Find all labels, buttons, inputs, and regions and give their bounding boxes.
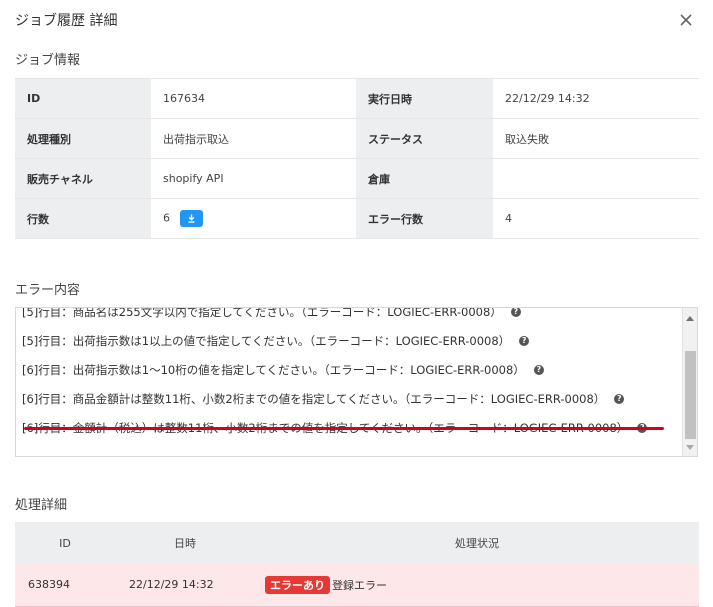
info-value-line-count-cell: 6 — [151, 198, 356, 239]
process-header-row: ID 日時 処理状況 — [15, 522, 699, 564]
process-status-cell: エラーあり 登録エラー — [255, 564, 699, 607]
info-row: ID 167634 実行日時 22/12/29 14:32 — [15, 78, 699, 119]
scroll-up-arrow-icon[interactable] — [686, 316, 694, 321]
info-value-executed-at: 22/12/29 14:32 — [493, 78, 699, 119]
process-label: 処理詳細 — [15, 498, 68, 513]
error-line: [6]行目：出荷指示数は1〜10桁の値を指定してください。（エラーコード：LOG… — [22, 356, 682, 385]
info-value-line-count: 6 — [163, 211, 170, 225]
process-status-text: 登録エラー — [332, 578, 387, 592]
error-text: [6]行目：出荷指示数は1〜10桁の値を指定してください。（エラーコード：LOG… — [22, 363, 525, 377]
info-value-process-type: 出荷指示取込 — [151, 118, 356, 159]
info-key-status: ステータス — [356, 118, 493, 159]
scroll-down-arrow-icon[interactable] — [686, 445, 694, 450]
help-icon[interactable]: ? — [614, 393, 625, 404]
error-list-box[interactable]: [5]行目：商品名は255文字以内で指定してください。（エラーコード：LOGIE… — [15, 307, 698, 457]
info-key-warehouse: 倉庫 — [356, 158, 493, 199]
error-text: [6]行目：商品金額計は整数11桁、小数2桁までの値を指定してください。（エラー… — [22, 392, 606, 406]
info-key-error-count: エラー行数 — [356, 198, 493, 239]
info-value-status: 取込失敗 — [493, 118, 699, 159]
table-row: 638394 22/12/29 14:32 エラーあり 登録エラー — [15, 564, 699, 607]
column-header-datetime: 日時 — [115, 522, 255, 564]
column-header-id: ID — [15, 522, 115, 564]
info-row: 販売チャネル shopify API 倉庫 — [15, 158, 699, 199]
error-line: [5]行目：商品名は255文字以内で指定してください。（エラーコード：LOGIE… — [22, 307, 682, 327]
info-key-executed-at: 実行日時 — [356, 78, 493, 119]
vertical-scrollbar[interactable] — [682, 308, 697, 456]
download-icon — [188, 214, 195, 223]
help-icon[interactable]: ? — [510, 308, 521, 317]
close-icon[interactable] — [677, 11, 695, 29]
info-row: 処理種別 出荷指示取込 ステータス 取込失敗 — [15, 118, 699, 159]
info-value-error-count: 4 — [493, 198, 699, 239]
errors-label: エラー内容 — [15, 283, 81, 298]
info-value-warehouse — [493, 158, 699, 199]
modal-title: ジョブ履歴 詳細 — [15, 13, 118, 29]
process-table: ID 日時 処理状況 638394 22/12/29 14:32 エラーあり 登録… — [15, 522, 699, 607]
error-badge: エラーあり — [265, 575, 330, 594]
info-value-id: 167634 — [151, 78, 356, 119]
column-header-status: 処理状況 — [255, 522, 699, 564]
info-key-sales-channel: 販売チャネル — [15, 158, 151, 199]
red-highlight-underline — [24, 427, 664, 430]
scrollbar-thumb[interactable] — [685, 351, 696, 439]
help-icon[interactable]: ? — [533, 364, 544, 375]
error-line: [5]行目：出荷指示数は1以上の値で指定してください。（エラーコード：LOGIE… — [22, 327, 682, 356]
process-id: 638394 — [15, 564, 115, 607]
process-datetime: 22/12/29 14:32 — [115, 564, 255, 607]
info-value-sales-channel: shopify API — [151, 158, 356, 199]
error-text: [5]行目：商品名は255文字以内で指定してください。（エラーコード：LOGIE… — [22, 307, 502, 319]
job-info-table: ID 167634 実行日時 22/12/29 14:32 処理種別 出荷指示取… — [15, 78, 699, 239]
info-key-process-type: 処理種別 — [15, 118, 151, 159]
error-line: [6]行目：商品金額計は整数11桁、小数2桁までの値を指定してください。（エラー… — [22, 385, 682, 414]
info-key-id: ID — [15, 78, 151, 119]
info-key-line-count: 行数 — [15, 198, 151, 239]
download-button[interactable] — [180, 210, 203, 227]
help-icon[interactable]: ? — [519, 335, 530, 346]
error-text: [5]行目：出荷指示数は1以上の値で指定してください。（エラーコード：LOGIE… — [22, 334, 511, 348]
job-info-label: ジョブ情報 — [15, 53, 81, 68]
error-list: [5]行目：商品名は255文字以内で指定してください。（エラーコード：LOGIE… — [22, 307, 682, 443]
info-row: 行数 6 エラー行数 4 — [15, 198, 699, 239]
